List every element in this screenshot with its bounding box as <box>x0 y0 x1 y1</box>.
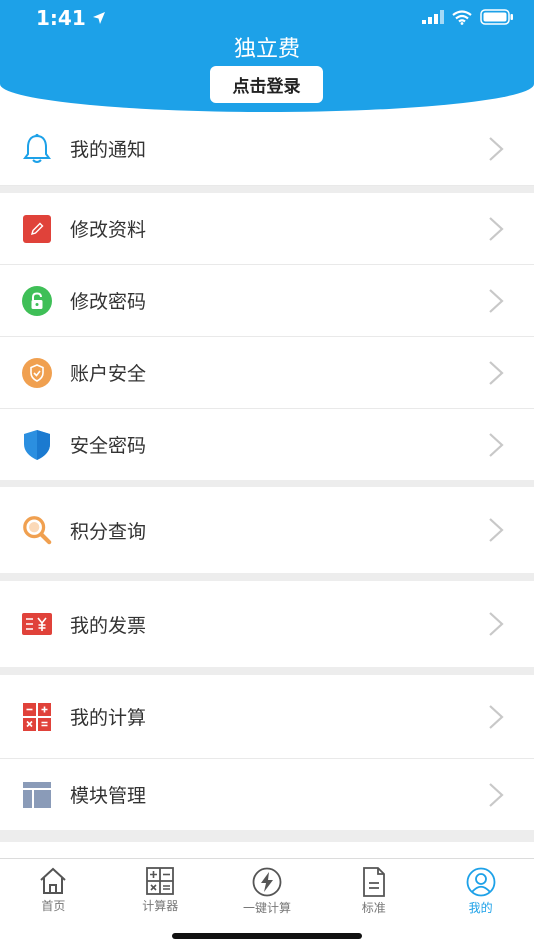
menu-item-label: 模块管理 <box>70 785 147 807</box>
lightning-icon <box>252 867 282 897</box>
home-indicator <box>172 933 362 939</box>
shield-icon <box>22 429 52 460</box>
layout-icon <box>22 780 52 810</box>
section-divider <box>0 573 534 581</box>
menu-item-account-security[interactable]: 账户安全 <box>0 337 534 409</box>
bell-icon <box>22 133 52 164</box>
chevron-right-icon <box>489 360 504 385</box>
section-divider <box>0 667 534 675</box>
calculator-icon <box>146 867 175 895</box>
battery-icon <box>480 9 513 25</box>
edit-icon <box>22 214 52 244</box>
menu-item-security-password[interactable]: 安全密码 <box>0 409 534 480</box>
section-divider <box>0 830 534 842</box>
menu-item-label: 我的计算 <box>70 707 147 729</box>
tab-label: 我的 <box>468 901 493 915</box>
magnifier-icon <box>22 515 52 545</box>
login-button[interactable]: 点击登录 <box>210 66 323 103</box>
chevron-right-icon <box>489 432 504 457</box>
tab-label: 标准 <box>361 901 386 915</box>
menu-item-label: 我的发票 <box>70 614 147 637</box>
menu-item-change-password[interactable]: 修改密码 <box>0 265 534 337</box>
tab-mine[interactable]: 我的 <box>427 859 534 919</box>
menu-item-label: 积分查询 <box>70 520 147 543</box>
tab-standard[interactable]: 标准 <box>320 859 427 919</box>
user-icon <box>466 867 495 897</box>
section-divider <box>0 186 534 193</box>
tab-label: 首页 <box>41 899 66 913</box>
calculator-grid-icon <box>22 702 52 732</box>
menu-item-label: 账户安全 <box>70 363 147 385</box>
document-icon <box>362 867 385 897</box>
lock-icon <box>22 285 52 316</box>
chevron-right-icon <box>489 782 504 807</box>
status-indicators <box>422 9 514 25</box>
chevron-right-icon <box>489 288 504 313</box>
invoice-icon <box>22 609 52 639</box>
tab-label: 一键计算 <box>242 901 291 915</box>
chevron-right-icon <box>489 612 504 636</box>
signal-icon <box>422 10 444 24</box>
menu-item-my-calculation[interactable]: 我的计算 <box>0 675 534 759</box>
tab-quick-calc[interactable]: 一键计算 <box>214 859 321 919</box>
menu-item-label: 修改密码 <box>70 291 147 313</box>
header: 1:41 独立费 点击登录 <box>0 0 534 112</box>
menu-item-label: 安全密码 <box>70 435 147 457</box>
wifi-icon <box>452 9 472 25</box>
location-arrow-icon <box>92 12 105 24</box>
menu-item-edit-profile[interactable]: 修改资料 <box>0 193 534 265</box>
tab-home[interactable]: 首页 <box>0 859 107 919</box>
menu-item-label: 修改资料 <box>70 219 147 241</box>
menu-item-my-invoice[interactable]: 我的发票 <box>0 581 534 667</box>
status-time-text: 1:41 <box>36 6 86 30</box>
tab-bar: 首页 计算器 一键计算 标准 我的 <box>0 858 534 919</box>
tab-calculator[interactable]: 计算器 <box>107 859 214 919</box>
page-title: 独立费 <box>233 37 300 62</box>
menu-item-label: 我的通知 <box>70 139 147 161</box>
chevron-right-icon <box>489 216 504 241</box>
menu-item-notice[interactable]: 我的通知 <box>0 112 534 186</box>
home-icon <box>40 867 67 894</box>
status-time: 1:41 <box>36 6 106 30</box>
chevron-right-icon <box>489 136 504 161</box>
tab-label: 计算器 <box>142 899 179 913</box>
chevron-right-icon <box>489 704 504 729</box>
chevron-right-icon <box>489 518 504 542</box>
shield-check-icon <box>22 357 52 388</box>
menu-item-module-management[interactable]: 模块管理 <box>0 759 534 830</box>
menu-item-points-query[interactable]: 积分查询 <box>0 487 534 573</box>
menu-list: 我的通知 修改资料 修改密码 账户安全 安全密码 积分查询 我的发票 我的计算 … <box>0 112 534 842</box>
section-divider <box>0 480 534 487</box>
